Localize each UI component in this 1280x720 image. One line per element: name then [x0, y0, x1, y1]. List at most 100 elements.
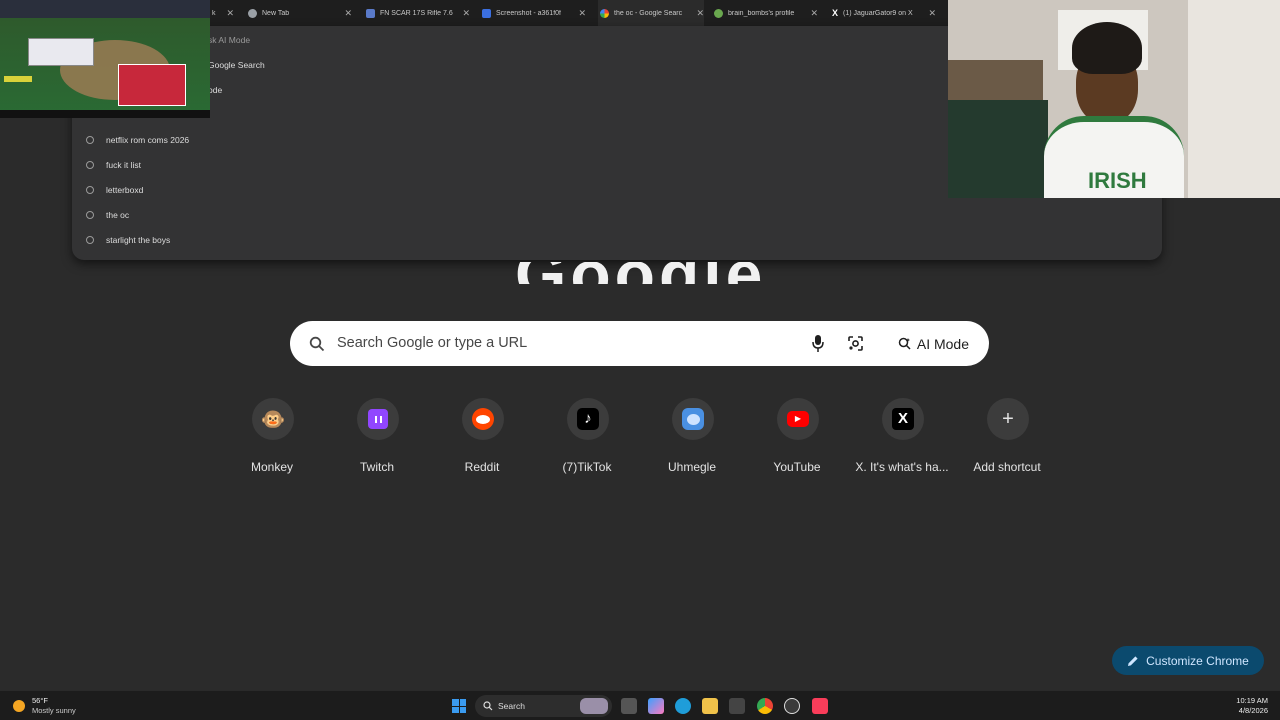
file-explorer-icon[interactable] — [702, 698, 718, 714]
shortcut-label: Reddit — [464, 460, 500, 474]
shortcut-label: YouTube — [773, 460, 821, 474]
tab-title: FN SCAR 17S Rifle 7.6 — [380, 9, 453, 17]
shortcut-label: X. It's what's ha... — [855, 460, 949, 474]
tiktok-icon: ♪ — [567, 398, 609, 440]
history-item-label: starlight the boys — [106, 235, 171, 245]
reddit-icon — [462, 398, 504, 440]
shirt-text: IRISH — [1088, 168, 1147, 193]
google-logo: Google — [515, 262, 775, 284]
ai-mode-label: AI Mode — [916, 335, 969, 352]
pencil-icon — [1128, 655, 1138, 666]
search-highlight-image — [580, 698, 608, 714]
search-placeholder: Search Google or type a URL — [337, 335, 528, 351]
history-item[interactable]: letterboxd — [72, 185, 572, 195]
tab-profile[interactable]: brain_bombs's profile ✕ — [714, 0, 818, 26]
copilot-icon[interactable] — [648, 698, 664, 714]
weather-desc: Mostly sunny — [32, 706, 76, 715]
shortcut-label: Twitch — [359, 460, 394, 474]
x-icon: X — [832, 8, 839, 18]
dropdown-item-label: Google Search — [208, 60, 265, 70]
tab-screenshot[interactable]: Screenshot - a361f0f ✕ — [482, 0, 586, 26]
chrome-icon[interactable] — [757, 698, 773, 714]
tab-fn-scar[interactable]: FN SCAR 17S Rifle 7.6 ✕ — [366, 0, 470, 26]
tab-title: k — [212, 9, 216, 17]
windows-start-icon[interactable] — [452, 699, 466, 713]
shortcut-reddit[interactable]: Reddit — [432, 396, 532, 480]
screenshot-icon — [482, 8, 491, 18]
close-icon[interactable]: ✕ — [344, 8, 352, 19]
history-clock-icon — [86, 136, 94, 144]
ai-mode-button[interactable]: AI Mode — [888, 328, 979, 359]
close-icon[interactable]: ✕ — [928, 8, 936, 19]
customize-chrome-label: Customize Chrome — [1146, 653, 1249, 668]
tab-title: brain_bombs's profile — [728, 9, 795, 17]
lens-camera-icon[interactable] — [847, 335, 864, 352]
close-icon[interactable]: ✕ — [578, 8, 586, 19]
tab-title: the oc - Google Searc — [614, 9, 683, 17]
history-item-label: fuck it list — [106, 160, 141, 170]
close-icon[interactable]: ✕ — [810, 8, 818, 19]
history-clock-icon — [86, 186, 94, 194]
ai-mode-icon — [898, 337, 911, 350]
monkey-icon: 🐵 — [252, 398, 294, 440]
history-clock-icon — [86, 211, 94, 219]
clock[interactable]: 10:19 AM 4/8/2026 — [1236, 696, 1268, 716]
x-icon: X — [882, 398, 924, 440]
store-icon[interactable] — [729, 698, 745, 714]
weather-sun-icon — [13, 700, 25, 712]
shortcut-tiktok[interactable]: ♪ (7)TikTok — [537, 396, 637, 480]
shortcut-x[interactable]: X X. It's what's ha... — [852, 396, 952, 480]
tab-partial[interactable]: k ✕ — [212, 0, 234, 26]
shortcut-label: Add shortcut — [973, 460, 1041, 474]
history-item[interactable]: netflix rom coms 2026 — [72, 135, 572, 145]
twitch-icon — [357, 398, 399, 440]
shortcut-monkey[interactable]: 🐵 Monkey — [222, 396, 322, 480]
webcam-overlay: IRISH — [948, 0, 1280, 198]
shortcut-add[interactable]: + Add shortcut — [957, 396, 1057, 480]
shortcut-youtube[interactable]: ▶ YouTube — [747, 396, 847, 480]
clock-date: 4/8/2026 — [1238, 706, 1268, 715]
tab-new-tab[interactable]: New Tab ✕ — [248, 0, 352, 26]
taskbar-search[interactable]: Search — [475, 695, 612, 717]
taskbar-search-label: Search — [498, 701, 525, 711]
close-icon[interactable]: ✕ — [226, 8, 234, 19]
shortcut-label: Monkey — [250, 460, 294, 474]
search-box[interactable]: Search Google or type a URL AI Mode — [290, 321, 989, 366]
uhmegle-icon — [672, 398, 714, 440]
edge-icon[interactable] — [675, 698, 691, 714]
profile-icon — [714, 8, 723, 18]
customize-chrome-button[interactable]: Customize Chrome — [1112, 646, 1264, 675]
history-item[interactable]: starlight the boys — [72, 235, 572, 245]
shortcut-twitch[interactable]: Twitch — [327, 396, 427, 480]
clock-time: 10:19 AM — [1236, 696, 1268, 705]
tab-title: Screenshot - a361f0f — [496, 9, 561, 17]
tab-x[interactable]: X (1) JaguarGator9 on X ✕ — [832, 0, 936, 26]
history-item[interactable]: the oc — [72, 210, 572, 220]
google-icon — [600, 8, 609, 18]
history-item-label: netflix rom coms 2026 — [106, 135, 190, 145]
youtube-icon: ▶ — [777, 398, 819, 440]
obs-icon[interactable] — [784, 698, 800, 714]
history-item-label: letterboxd — [106, 185, 144, 195]
tab-google-search[interactable]: the oc - Google Searc ✕ — [598, 0, 704, 26]
shortcut-uhmegle[interactable]: Uhmegle — [642, 396, 742, 480]
shortcut-label: Uhmegle — [667, 460, 717, 474]
tab-title: (1) JaguarGator9 on X — [843, 9, 913, 17]
history-clock-icon — [86, 161, 94, 169]
close-icon[interactable]: ✕ — [696, 8, 704, 19]
weather-temp: 56°F — [32, 696, 48, 705]
task-view-icon[interactable] — [621, 698, 637, 714]
gun-site-icon — [366, 8, 375, 18]
search-icon — [309, 336, 325, 352]
tab-title: New Tab — [262, 9, 290, 17]
microphone-icon[interactable] — [811, 334, 825, 353]
globe-icon — [248, 8, 257, 18]
stream-overlay-thumbnail — [0, 0, 210, 118]
taskbar: 56°F Mostly sunny Search 10:19 AM 4/8/20… — [0, 690, 1280, 720]
itunes-icon[interactable] — [812, 698, 828, 714]
dropdown-item-label: ode — [208, 85, 223, 95]
close-icon[interactable]: ✕ — [462, 8, 470, 19]
weather-widget[interactable]: 56°F Mostly sunny — [10, 695, 90, 717]
history-clock-icon — [86, 236, 94, 244]
history-item[interactable]: fuck it list — [72, 160, 572, 170]
